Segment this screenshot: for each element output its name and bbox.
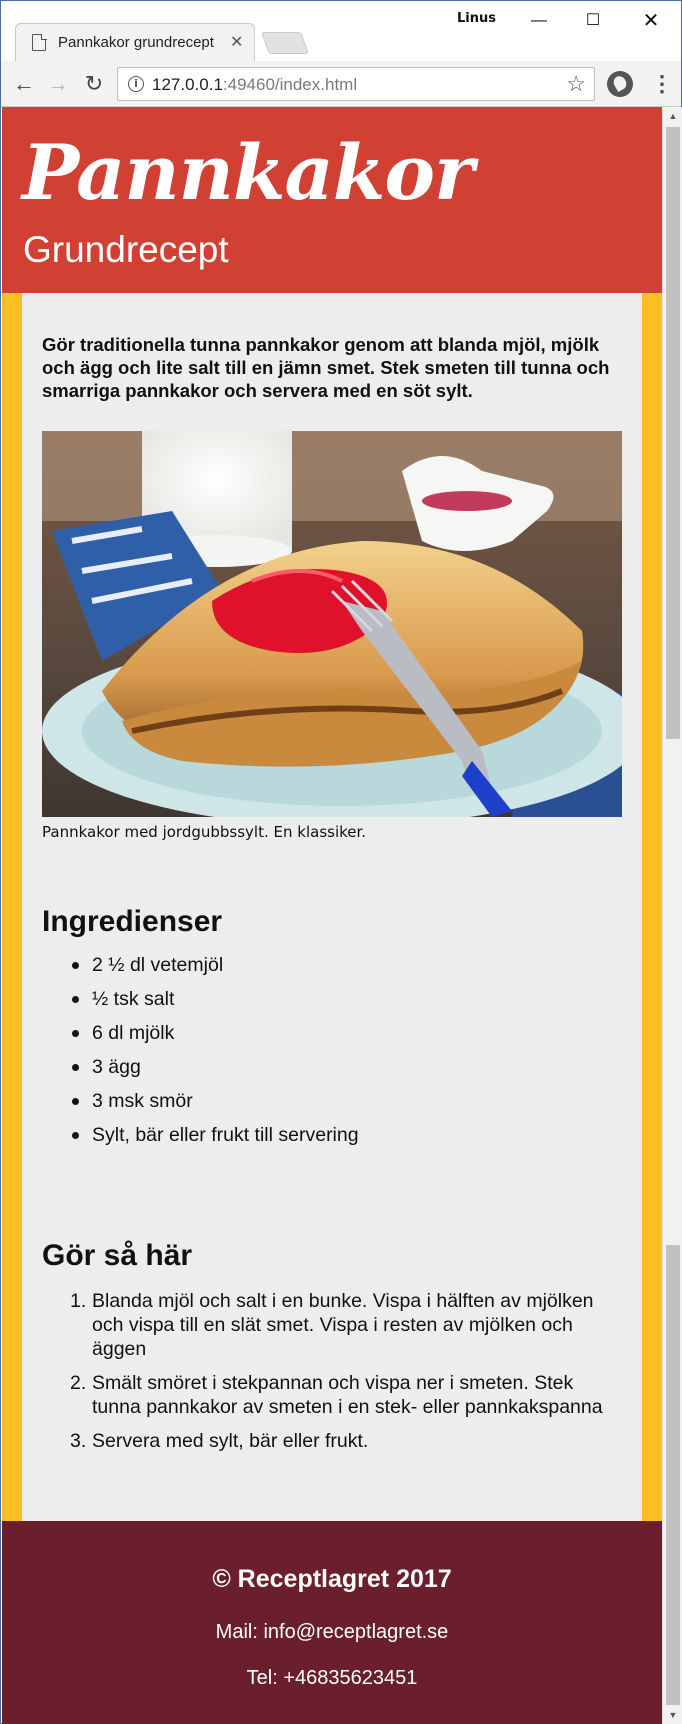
step-number: 3. — [70, 1430, 87, 1452]
maximize-icon[interactable]: ☐ — [567, 5, 619, 37]
forward-icon[interactable]: → — [43, 69, 73, 99]
step-number: 2. — [70, 1372, 87, 1394]
close-window-icon[interactable]: ✕ — [625, 5, 677, 37]
ingredients-list: 2 ½ dl vetemjöl ½ tsk salt 6 dl mjölk 3 … — [72, 953, 622, 1157]
list-item: Sylt, bär eller frukt till servering — [72, 1123, 622, 1157]
url-host: 127.0.0.1 — [152, 75, 223, 94]
info-icon[interactable]: i — [128, 76, 144, 92]
page-header: Pannkakor Grundrecept — [2, 107, 662, 293]
pancake-photo-illustration — [42, 431, 622, 817]
list-item: ½ tsk salt — [72, 987, 622, 1021]
page-subtitle: Grundrecept — [23, 229, 229, 270]
tab-active[interactable]: Pannkakor grundrecept ✕ — [15, 23, 255, 61]
steps-heading: Gör så här — [42, 1239, 193, 1272]
back-icon[interactable]: ← — [9, 69, 39, 99]
page-icon — [32, 33, 47, 51]
new-tab-button[interactable] — [260, 32, 310, 54]
minimize-icon[interactable]: — — [513, 5, 565, 37]
scrollbar-thumb[interactable] — [666, 1245, 680, 1705]
url-path: :49460/index.html — [222, 75, 358, 94]
menu-dots-icon[interactable]: ⋮ — [651, 69, 673, 99]
list-item: 1. Blanda mjöl och salt i en bunke. Visp… — [70, 1289, 622, 1361]
extension-icon[interactable] — [607, 71, 633, 97]
list-item: 2. Smält smöret i stekpannan och vispa n… — [70, 1371, 622, 1419]
browser-toolbar: ← → ↻ i 127.0.0.1:49460/index.html ☆ ⋮ — [1, 61, 681, 107]
step-number: 1. — [70, 1290, 87, 1312]
list-item: 3 ägg — [72, 1055, 622, 1089]
profile-name[interactable]: Linus — [457, 11, 496, 26]
scroll-down-icon[interactable]: ▼ — [663, 1706, 682, 1724]
scroll-up-icon[interactable]: ▲ — [663, 107, 682, 125]
page-viewport: Pannkakor Grundrecept Gör traditionella … — [2, 107, 662, 1724]
footer-copyright: © Receptlagret 2017 — [212, 1565, 452, 1593]
list-item: 6 dl mjölk — [72, 1021, 622, 1055]
page-footer: © Receptlagret 2017 Mail: info@receptlag… — [2, 1521, 662, 1724]
title-bar: Pannkakor grundrecept ✕ Linus — ☐ ✕ — [1, 1, 681, 61]
step-text: Smält smöret i stekpannan och vispa ner … — [92, 1372, 603, 1418]
browser-window: Pannkakor grundrecept ✕ Linus — ☐ ✕ ← → … — [0, 0, 682, 1724]
list-item: 3. Servera med sylt, bär eller frukt. — [70, 1429, 622, 1453]
footer-mail: Mail: info@receptlagret.se — [215, 1621, 449, 1643]
intro-text: Gör traditionella tunna pannkakor genom … — [42, 334, 610, 401]
step-text: Blanda mjöl och salt i en bunke. Vispa i… — [92, 1290, 594, 1360]
scrollbar-thumb[interactable] — [666, 127, 680, 739]
list-item: 2 ½ dl vetemjöl — [72, 953, 622, 987]
address-bar[interactable]: i 127.0.0.1:49460/index.html ☆ — [117, 67, 595, 101]
step-text: Servera med sylt, bär eller frukt. — [92, 1430, 369, 1452]
ingredients-heading: Ingredienser — [42, 905, 223, 938]
steps-list: 1. Blanda mjöl och salt i en bunke. Visp… — [70, 1289, 622, 1463]
image-caption: Pannkakor med jordgubbssylt. En klassike… — [42, 823, 367, 841]
page-title: Pannkakor — [22, 128, 474, 217]
tab-title: Pannkakor grundrecept — [58, 34, 214, 51]
list-item: 3 msk smör — [72, 1089, 622, 1123]
bookmark-star-icon[interactable]: ☆ — [566, 71, 586, 97]
url-text[interactable]: 127.0.0.1:49460/index.html — [152, 75, 357, 95]
recipe-main: Gör traditionella tunna pannkakor genom … — [22, 293, 642, 1521]
close-tab-icon[interactable]: ✕ — [230, 32, 243, 52]
vertical-scrollbar[interactable]: ▲ ▼ — [662, 107, 682, 1724]
reload-icon[interactable]: ↻ — [79, 69, 109, 99]
pancake-photo — [42, 431, 622, 817]
footer-tel: Tel: +46835623451 — [246, 1667, 418, 1689]
